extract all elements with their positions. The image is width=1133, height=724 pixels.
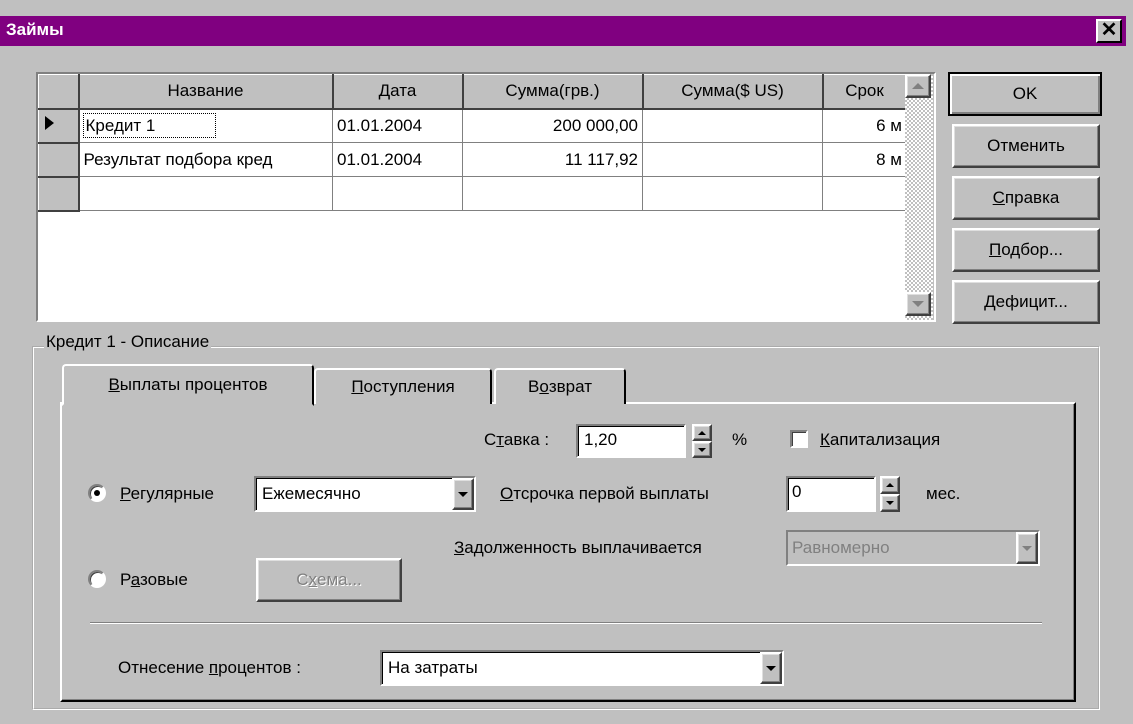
column-header-term[interactable]: Срок: [822, 74, 908, 110]
table-row[interactable]: Результат подбора кред 01.01.2004 11 117…: [38, 142, 907, 178]
periodicity-dropdown-button[interactable]: [452, 478, 474, 510]
chevron-down-icon: [458, 491, 468, 497]
cell-amount-uah[interactable]: 11 117,92: [462, 142, 643, 177]
column-header-amount-usd[interactable]: Сумма($ US): [642, 74, 824, 110]
spin-up-button[interactable]: [880, 476, 900, 494]
cell-term[interactable]: 8 м: [822, 142, 907, 177]
column-header-date[interactable]: Дата: [332, 74, 464, 110]
debt-label: Задолженность выплачивается: [454, 538, 702, 557]
current-row-indicator[interactable]: [38, 108, 80, 144]
current-row-arrow-icon: [45, 116, 54, 130]
select-button[interactable]: Подбор...: [952, 228, 1100, 272]
tab-return[interactable]: Во зврат: [494, 368, 626, 404]
chevron-down-icon: [766, 665, 776, 671]
help-button[interactable]: Справка: [952, 176, 1100, 220]
deficit-button[interactable]: Дефицит...: [952, 280, 1100, 324]
table-row[interactable]: [38, 176, 907, 212]
attribution-select[interactable]: На затраты: [380, 650, 784, 686]
groupbox-label: Кредит 1 - Описание: [44, 332, 212, 352]
rate-label: Ставка :: [484, 430, 550, 449]
column-header-name[interactable]: Название: [78, 74, 334, 110]
deferral-spinner[interactable]: [880, 476, 900, 512]
ok-button[interactable]: OK: [948, 72, 1102, 116]
spin-up-icon: [886, 483, 894, 487]
cell-term[interactable]: 6 м: [822, 108, 907, 143]
cell-name[interactable]: [78, 176, 333, 211]
deferral-input[interactable]: 0: [786, 476, 876, 512]
column-header-amount-uah[interactable]: Сумма(грв.): [462, 74, 644, 110]
cell-amount-uah[interactable]: [462, 176, 643, 211]
close-icon: ✕: [1100, 19, 1118, 41]
scroll-down-icon: [912, 301, 924, 307]
row-indicator[interactable]: [38, 142, 80, 178]
scroll-up-button[interactable]: [905, 74, 931, 98]
scroll-up-icon: [912, 83, 924, 89]
cell-amount-usd[interactable]: [642, 176, 823, 211]
spin-down-icon: [698, 447, 706, 452]
spin-up-icon: [698, 430, 706, 435]
close-button[interactable]: ✕: [1096, 19, 1122, 43]
spin-down-button[interactable]: [880, 494, 900, 512]
deferral-label: Отсрочка первой выплаты: [500, 484, 709, 503]
table-row[interactable]: Кредит 1 01.01.2004 200 000,00 6 м: [38, 108, 907, 144]
debt-mode-select: Равномерно: [786, 530, 1040, 566]
regular-label[interactable]: Регулярные: [120, 484, 214, 504]
cell-term[interactable]: [822, 176, 907, 211]
onetime-radio[interactable]: [88, 570, 106, 588]
radio-selected-dot: [94, 490, 100, 496]
debt-dropdown-button: [1016, 532, 1038, 564]
cell-date[interactable]: 01.01.2004: [332, 142, 463, 177]
regular-radio[interactable]: [88, 484, 106, 502]
table-header-row: Название Дата Сумма(грв.) Сумма($ US) Ср…: [38, 74, 908, 110]
cell-amount-uah[interactable]: 200 000,00: [462, 108, 643, 143]
scheme-button: Сх ема...: [256, 558, 402, 602]
chevron-down-icon: [1022, 545, 1032, 551]
periodicity-select[interactable]: Ежемесячно: [254, 476, 476, 512]
row-indicator-header: [38, 74, 80, 110]
window-title: Займы: [6, 20, 64, 39]
attribution-dropdown-button[interactable]: [760, 652, 782, 684]
tab-receipts[interactable]: Поступления: [314, 368, 492, 404]
cell-date[interactable]: [332, 176, 463, 211]
cell-amount-usd[interactable]: [642, 142, 823, 177]
title-bar[interactable]: Займы ✕: [0, 16, 1126, 46]
separator: [90, 622, 1042, 624]
vertical-scrollbar[interactable]: [905, 74, 933, 320]
tab-interest-payments[interactable]: Выплаты процентов: [62, 364, 314, 406]
cell-name[interactable]: Кредит 1: [78, 108, 333, 143]
rate-input[interactable]: 1,20: [576, 424, 686, 458]
row-indicator[interactable]: [38, 176, 80, 212]
months-label: мес.: [926, 484, 961, 503]
capitalization-label[interactable]: Капитализация: [820, 430, 940, 450]
spin-down-button[interactable]: [692, 441, 712, 458]
loans-table[interactable]: Название Дата Сумма(грв.) Сумма($ US) Ср…: [38, 74, 908, 212]
attribution-label: Отнесение процентов :: [118, 658, 301, 677]
spin-down-icon: [886, 501, 894, 505]
spin-up-button[interactable]: [692, 424, 712, 441]
cancel-button[interactable]: Отменить: [952, 124, 1100, 168]
capitalization-checkbox[interactable]: [790, 430, 808, 448]
cell-name[interactable]: Результат подбора кред: [78, 142, 333, 177]
rate-spinner[interactable]: [692, 424, 712, 458]
cell-date[interactable]: 01.01.2004: [332, 108, 463, 143]
scroll-down-button[interactable]: [905, 292, 931, 316]
onetime-label[interactable]: Разовые: [120, 570, 188, 590]
cell-amount-usd[interactable]: [642, 108, 823, 143]
percent-sign: %: [732, 430, 748, 449]
